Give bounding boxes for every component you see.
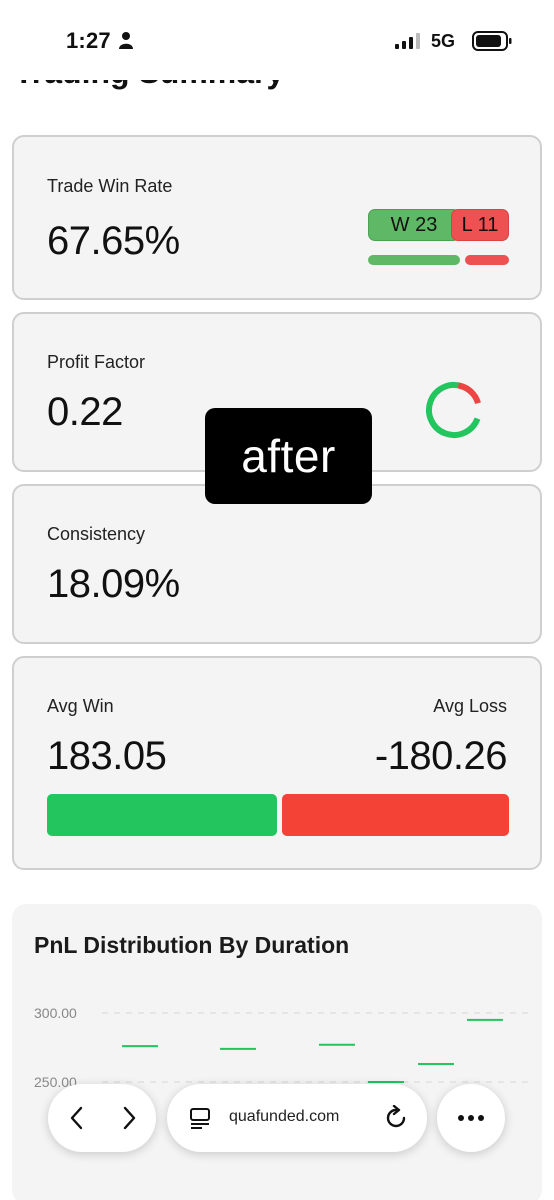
consistency-card: Consistency 18.09%: [12, 484, 542, 644]
profit-factor-donut: [426, 382, 482, 438]
win-rate-value: 67.65%: [47, 219, 180, 263]
chevron-right-icon: [123, 1106, 136, 1130]
network-label: 5G: [431, 31, 456, 51]
win-rate-card: Trade Win Rate 67.65% W 23 L 11: [12, 135, 542, 300]
person-icon: [119, 32, 133, 49]
avg-loss-value: -180.26: [374, 734, 508, 778]
battery-icon: [472, 31, 512, 51]
reader-icon: [190, 1108, 210, 1129]
consistency-value: 18.09%: [47, 562, 180, 606]
status-time: 1:27: [66, 28, 111, 53]
tabs-button[interactable]: [183, 1101, 217, 1135]
forward-button[interactable]: [112, 1101, 146, 1135]
avg-win-bar: [47, 794, 277, 836]
back-button[interactable]: [60, 1101, 94, 1135]
wins-badge: W 23: [368, 209, 460, 241]
address-bar[interactable]: quafunded.com: [167, 1084, 427, 1152]
loss-ratio-bar: [465, 255, 509, 265]
reload-icon: [386, 1105, 406, 1128]
avg-win-loss-card: Avg Win 183.05 Avg Loss -180.26: [12, 656, 542, 870]
nav-history-pill: [48, 1084, 156, 1152]
win-rate-label: Trade Win Rate: [47, 176, 173, 196]
status-bar: 1:27 5G: [0, 0, 554, 80]
avg-loss-bar: [282, 794, 509, 836]
more-pill: [437, 1084, 505, 1152]
avg-loss-label: Avg Loss: [433, 696, 507, 716]
avg-win-value: 183.05: [47, 734, 167, 778]
chevron-left-icon: [70, 1106, 83, 1130]
losses-badge: L 11: [451, 209, 509, 241]
avg-win-label: Avg Win: [47, 696, 114, 716]
signal-icon: [395, 33, 420, 49]
screen: 1:27 5G Trading Summary Trade Win Rate 6…: [0, 0, 554, 1200]
after-overlay-label: after: [205, 408, 372, 504]
more-button[interactable]: [454, 1101, 488, 1135]
y-tick-300: 300.00: [34, 1005, 77, 1021]
chart-title: PnL Distribution By Duration: [34, 932, 350, 958]
pnl-chart-card: PnL Distribution By Duration 300.00 250.…: [12, 904, 542, 1200]
url-text: quafunded.com: [229, 1108, 340, 1125]
profit-factor-label: Profit Factor: [47, 352, 146, 372]
more-icon: [458, 1115, 484, 1121]
consistency-label: Consistency: [47, 524, 146, 544]
win-ratio-bar: [368, 255, 460, 265]
reload-button[interactable]: [379, 1101, 413, 1135]
profit-factor-value: 0.22: [47, 390, 123, 434]
